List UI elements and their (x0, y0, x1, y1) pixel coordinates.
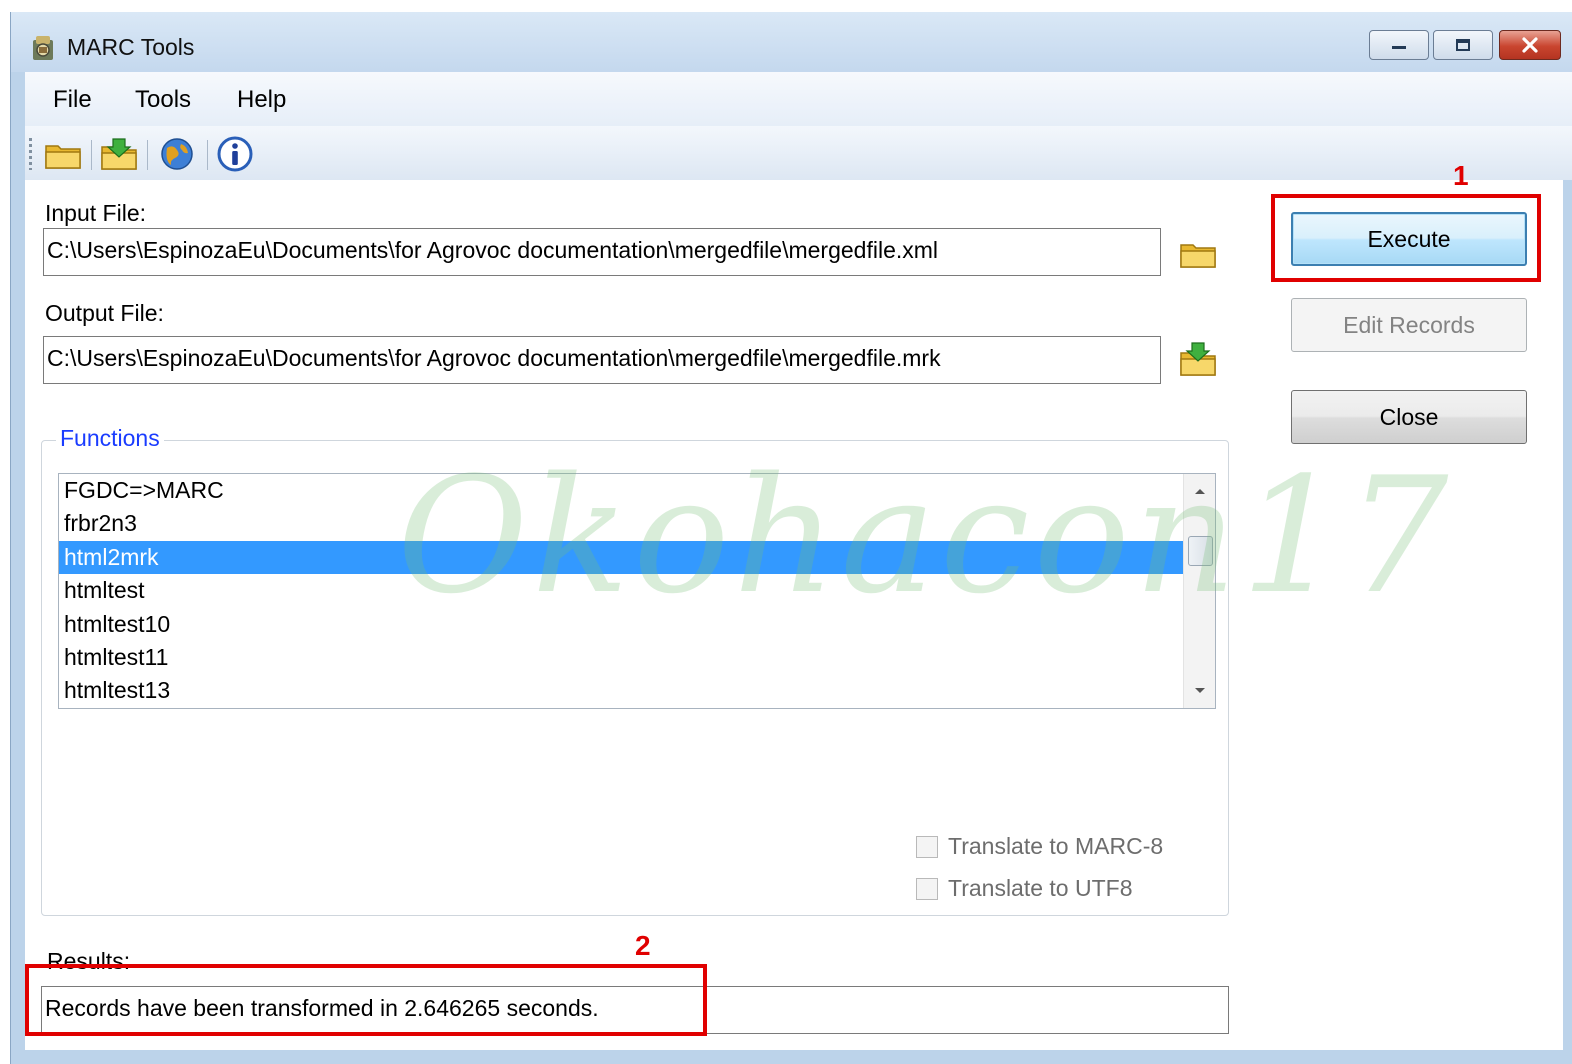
input-file-label: Input File: (45, 200, 146, 226)
list-item[interactable]: htmltest13 (59, 674, 1183, 707)
toolbar-separator (207, 140, 208, 170)
minimize-button[interactable] (1369, 30, 1429, 60)
functions-group-title: Functions (56, 425, 164, 452)
window-title: MARC Tools (67, 34, 195, 60)
toolbar-open-button[interactable] (41, 134, 85, 174)
toolbar-separator (147, 140, 148, 170)
output-file-label: Output File: (45, 300, 164, 326)
toolbar-grip[interactable] (29, 138, 32, 170)
annotation-box-results (25, 964, 707, 1036)
browse-input-button[interactable] (1177, 232, 1219, 274)
list-item[interactable]: htmltest11 (59, 641, 1183, 674)
close-button[interactable]: Close (1291, 390, 1527, 444)
menu-bar: File Tools Help (25, 72, 1572, 126)
save-folder-icon (1180, 342, 1216, 376)
translate-utf8-option[interactable]: Translate to UTF8 (916, 875, 1132, 902)
scroll-up-arrow[interactable] (1184, 476, 1215, 506)
scroll-thumb[interactable] (1188, 536, 1213, 566)
maximize-button[interactable] (1433, 30, 1493, 60)
toolbar-save-button[interactable] (97, 134, 141, 174)
list-item[interactable]: frbr2n3 (59, 507, 1183, 540)
output-file-field[interactable]: C:\Users\EspinozaEu\Documents\for Agrovo… (43, 336, 1161, 384)
list-item[interactable]: htmltest (59, 574, 1183, 607)
translate-marc8-checkbox[interactable] (916, 835, 938, 858)
maximize-icon (1456, 39, 1470, 51)
translate-marc8-label: Translate to MARC-8 (948, 833, 1164, 859)
edit-records-button[interactable]: Edit Records (1291, 298, 1527, 352)
functions-group: Functions FGDC=>MARC frbr2n3 html2mrk ht… (41, 425, 1229, 916)
toolbar-separator (91, 140, 92, 170)
translate-marc8-option[interactable]: Translate to MARC-8 (916, 833, 1163, 860)
list-item[interactable]: FGDC=>MARC (59, 474, 1183, 507)
main-panel: Input File: C:\Users\EspinozaEu\Document… (25, 180, 1563, 1050)
translate-utf8-label: Translate to UTF8 (948, 875, 1133, 901)
marc-tools-window: MARC Tools File Tools Help Input File: C… (10, 12, 1572, 1064)
functions-scrollbar[interactable] (1183, 474, 1215, 708)
minimize-icon (1392, 46, 1406, 49)
title-bar[interactable]: MARC Tools (11, 12, 1572, 72)
menu-tools[interactable]: Tools (135, 86, 191, 114)
close-button-label: Close (1379, 403, 1439, 430)
marc-tools-app-icon (33, 36, 53, 60)
info-icon (217, 136, 253, 172)
close-window-button[interactable] (1499, 30, 1561, 60)
list-item[interactable]: htmltest10 (59, 608, 1183, 641)
annotation-marker-2: 2 (635, 930, 651, 961)
input-file-field[interactable]: C:\Users\EspinozaEu\Documents\for Agrovo… (43, 228, 1161, 276)
annotation-box-execute (1271, 194, 1541, 282)
open-folder-icon (1180, 244, 1216, 268)
save-folder-icon (101, 138, 137, 170)
menu-file[interactable]: File (53, 86, 92, 114)
open-folder-icon (45, 145, 81, 169)
annotation-marker-1: 1 (1453, 160, 1469, 191)
list-item-selected[interactable]: html2mrk (59, 540, 1183, 575)
toolbar (25, 126, 1572, 180)
edit-records-button-label: Edit Records (1343, 311, 1475, 338)
close-icon (1522, 37, 1538, 53)
chevron-up-icon (1195, 489, 1205, 494)
globe-icon (161, 138, 193, 170)
toolbar-info-button[interactable] (213, 134, 257, 174)
functions-listbox[interactable]: FGDC=>MARC frbr2n3 html2mrk htmltest htm… (58, 473, 1216, 709)
scroll-down-arrow[interactable] (1184, 676, 1215, 706)
menu-help[interactable]: Help (237, 86, 286, 114)
translate-utf8-checkbox[interactable] (916, 877, 938, 900)
chevron-down-icon (1195, 688, 1205, 693)
toolbar-globe-button[interactable] (155, 134, 199, 174)
browse-output-button[interactable] (1177, 338, 1219, 380)
